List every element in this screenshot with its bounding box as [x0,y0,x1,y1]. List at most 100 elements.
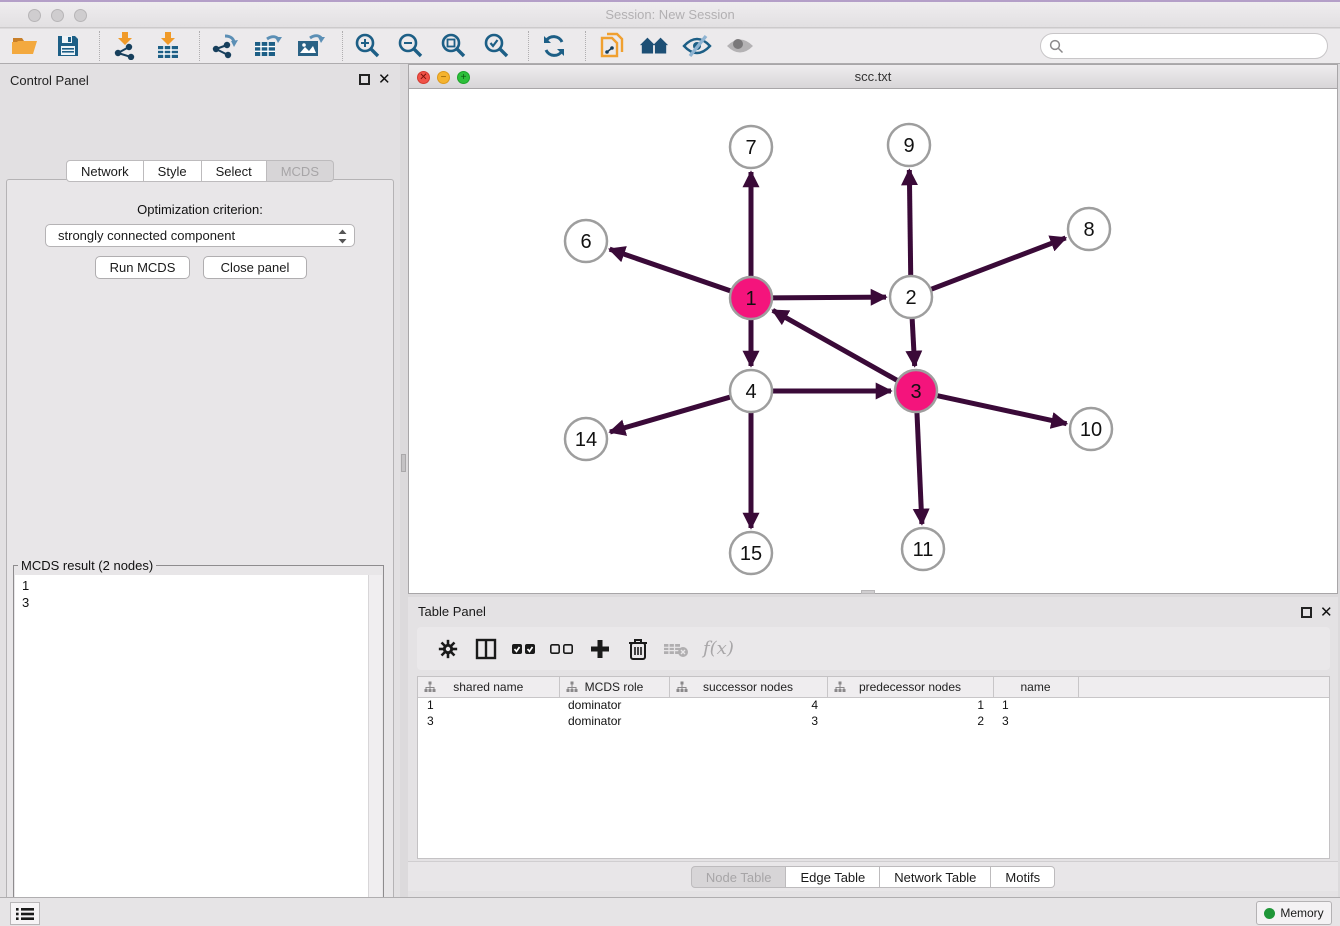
tab-style[interactable]: Style [144,160,202,182]
column-header-mcds-role[interactable]: MCDS role [559,677,669,697]
toolbar-separator [342,31,343,61]
home-icon[interactable] [639,31,669,61]
hide-graphics-details-icon[interactable] [682,31,712,61]
search-input[interactable] [1069,39,1327,54]
table-row[interactable]: 3dominator323 [418,713,1329,729]
column-header-name[interactable]: name [993,677,1078,697]
graph-edge-2-9[interactable] [909,170,910,278]
column-header-shared-name[interactable]: shared name [418,677,559,697]
table-cell[interactable]: 1 [993,697,1078,713]
show-graphics-details-icon[interactable] [725,31,755,61]
graph-edge-2-3[interactable] [912,316,915,366]
list-icon [16,907,34,921]
criterion-select[interactable]: strongly connected component [45,224,355,247]
graph-node-label: 7 [745,137,756,159]
zoom-out-icon[interactable] [396,31,426,61]
run-mcds-button[interactable]: Run MCDS [95,256,190,279]
table-cell[interactable]: 3 [418,713,559,729]
zoom-fit-icon[interactable] [439,31,469,61]
copy-view-icon[interactable] [596,31,626,61]
table-cell-filler [1078,713,1329,729]
function-builder-icon[interactable]: f(x) [703,638,734,659]
zoom-in-icon[interactable] [353,31,383,61]
graph-edge-3-11[interactable] [917,410,922,524]
table-cell[interactable]: 1 [418,697,559,713]
task-history-button[interactable] [10,902,40,925]
graph-node-label: 4 [745,381,756,403]
tab-motifs[interactable]: Motifs [991,866,1055,888]
graph-node-label: 14 [575,429,597,451]
table-row[interactable]: 1dominator411 [418,697,1329,713]
delete-column-icon[interactable] [623,634,653,664]
graph-node-label: 9 [903,135,914,157]
tab-select[interactable]: Select [202,160,267,182]
delete-table-icon[interactable] [661,634,691,664]
export-image-icon[interactable] [296,31,326,61]
graph-edge-1-2[interactable] [770,297,886,298]
refresh-icon[interactable] [539,31,569,61]
graph-edge-3-1[interactable] [773,310,900,381]
graph-edge-4-14[interactable] [610,396,733,432]
close-panel-button[interactable]: Close panel [203,256,307,279]
add-column-icon[interactable] [585,634,615,664]
search-icon [1049,39,1064,54]
toolbar-separator [199,31,200,61]
select-all-checkboxes-icon[interactable] [509,634,539,664]
table-cell[interactable]: 3 [669,713,827,729]
table-cell[interactable]: 4 [669,697,827,713]
memory-button[interactable]: Memory [1256,901,1332,925]
import-table-icon[interactable] [153,31,183,61]
splitter-grip[interactable] [401,454,406,472]
tab-network-table[interactable]: Network Table [880,866,991,888]
network-canvas[interactable]: 7968124314101511 [409,89,1337,593]
deselect-all-checkboxes-icon[interactable] [547,634,577,664]
hierarchy-icon [566,681,578,693]
mcds-result-scrollbar[interactable] [368,575,382,926]
zoom-selected-icon[interactable] [482,31,512,61]
gear-icon[interactable] [433,634,463,664]
split-view-icon[interactable] [471,634,501,664]
graph-node-label: 3 [910,381,921,403]
network-window-titlebar[interactable]: ✕ − + scc.txt [409,65,1337,89]
open-session-icon[interactable] [10,31,40,61]
save-session-icon[interactable] [53,31,83,61]
table-cell[interactable]: dominator [559,697,669,713]
column-header-predecessor-nodes[interactable]: predecessor nodes [827,677,993,697]
window-resize-handle[interactable] [861,590,875,594]
tab-network[interactable]: Network [66,160,144,182]
export-table-icon[interactable] [253,31,283,61]
table-cell[interactable]: dominator [559,713,669,729]
graph-edge-1-6[interactable] [610,249,733,292]
hierarchy-icon [676,681,688,693]
graph-node-label: 11 [913,539,934,561]
graph-node-label: 10 [1080,419,1102,441]
export-network-icon[interactable] [210,31,240,61]
vertical-splitter[interactable] [400,64,408,897]
graph-edge-3-10[interactable] [935,395,1067,424]
table-cell[interactable]: 2 [827,713,993,729]
table-header-row: shared name MCDS role successor nodes pr… [418,677,1329,697]
mcds-panel-body: Optimization criterion: strongly connect… [6,179,394,926]
graph-node-label: 6 [580,231,591,253]
tab-mcds[interactable]: MCDS [267,160,334,182]
mcds-result-legend: MCDS result (2 nodes) [18,558,156,573]
app-titlebar: Session: New Session [0,2,1340,28]
import-network-icon[interactable] [110,31,140,61]
tab-edge-table[interactable]: Edge Table [786,866,880,888]
column-header-successor-nodes[interactable]: successor nodes [669,677,827,697]
hierarchy-icon [834,681,846,693]
graph-node-label: 2 [905,287,916,309]
table-cell[interactable]: 1 [827,697,993,713]
network-view-window: ✕ − + scc.txt 7968124314101511 [408,64,1338,594]
table-cell-filler [1078,697,1329,713]
float-panel-icon[interactable] [359,74,370,85]
search-box[interactable] [1040,33,1328,59]
close-panel-icon[interactable]: ✕ [1320,605,1333,620]
close-panel-icon[interactable]: ✕ [378,72,391,87]
mcds-result-area[interactable]: 1 3 [15,575,368,926]
float-panel-icon[interactable] [1301,607,1312,618]
graph-node-label: 1 [745,288,756,310]
tab-node-table[interactable]: Node Table [691,866,787,888]
table-cell[interactable]: 3 [993,713,1078,729]
graph-edge-2-8[interactable] [929,238,1066,290]
